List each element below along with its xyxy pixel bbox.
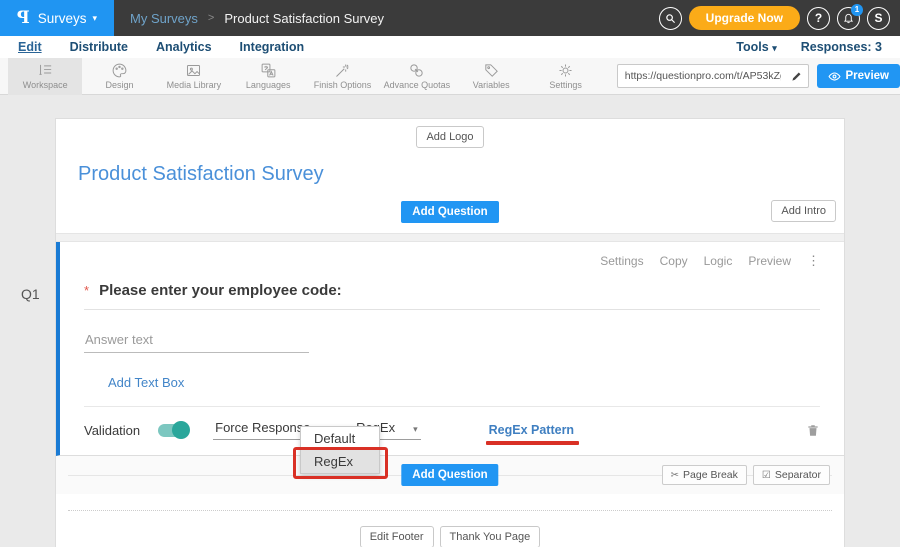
survey-footer-row: Edit Footer Thank You Page <box>56 511 844 547</box>
toolbar-item-variables[interactable]: Variables <box>454 58 528 95</box>
add-intro-button[interactable]: Add Intro <box>771 200 836 222</box>
media-image-icon <box>185 62 202 79</box>
design-palette-icon <box>111 62 128 79</box>
page-controls-row: Add Question ✂ Page Break ☑ Separator <box>56 456 844 494</box>
caret-down-icon: ▾ <box>772 43 777 53</box>
search-icon[interactable] <box>659 7 682 30</box>
breadcrumb: My Surveys > Product Satisfaction Survey <box>130 11 384 26</box>
question-number: Q1 <box>21 286 40 302</box>
required-asterisk: * <box>84 283 89 298</box>
caret-down-icon: ▾ <box>93 14 98 23</box>
survey-url-box <box>617 64 809 88</box>
breadcrumb-my-surveys[interactable]: My Surveys <box>130 11 198 26</box>
caret-down-icon: ▾ <box>413 425 418 434</box>
edit-footer-button[interactable]: Edit Footer <box>360 526 434 547</box>
notification-count-badge: 1 <box>851 4 863 16</box>
product-switcher[interactable]: P Surveys ▾ <box>0 0 114 36</box>
more-options-icon[interactable]: ⋮ <box>807 253 820 269</box>
user-avatar[interactable]: S <box>867 7 890 30</box>
eye-icon <box>828 70 841 83</box>
survey-nav: Edit Distribute Analytics Integration To… <box>0 36 900 58</box>
validation-type-dropdown: Default RegEx <box>300 426 380 474</box>
workspace-content: Add Logo Product Satisfaction Survey Add… <box>0 95 900 547</box>
toolbar-item-media-library[interactable]: Media Library <box>157 58 231 95</box>
dropdown-option-regex[interactable]: RegEx <box>301 450 379 473</box>
survey-card: Add Logo Product Satisfaction Survey Add… <box>55 118 845 547</box>
survey-url-input[interactable] <box>618 70 785 82</box>
delete-question-trash-icon[interactable] <box>806 423 820 438</box>
preview-button[interactable]: Preview <box>817 64 900 88</box>
toolbar-item-design[interactable]: Design <box>82 58 156 95</box>
add-question-button-bottom[interactable]: Add Question <box>401 464 498 486</box>
add-logo-button[interactable]: Add Logo <box>416 126 483 148</box>
question-logic-link[interactable]: Logic <box>704 254 733 268</box>
edit-url-pencil-icon[interactable] <box>785 71 808 82</box>
surveys-menu-label: Surveys <box>38 11 87 26</box>
validation-row: Validation Force Response ▾ RegEx ▾ RegE… <box>84 407 820 455</box>
help-icon[interactable]: ? <box>807 7 830 30</box>
tab-analytics[interactable]: Analytics <box>156 40 212 54</box>
survey-title[interactable]: Product Satisfaction Survey <box>78 163 844 186</box>
toolbar-item-languages[interactable]: Languages <box>231 58 305 95</box>
survey-header-section: Add Logo Product Satisfaction Survey Add… <box>56 119 844 233</box>
tools-menu[interactable]: Tools ▾ <box>736 40 776 54</box>
toolbar-item-advance-quotas[interactable]: Advance Quotas <box>380 58 454 95</box>
validation-toggle[interactable] <box>158 424 188 437</box>
languages-icon <box>260 62 277 79</box>
question-copy-link[interactable]: Copy <box>660 254 688 268</box>
separator-icon: ☑ <box>762 470 771 481</box>
toolbar-item-workspace[interactable]: Workspace <box>8 58 82 95</box>
workspace-icon <box>37 62 54 79</box>
variables-tag-icon <box>483 62 500 79</box>
nav-tabs: Edit Distribute Analytics Integration <box>18 40 304 54</box>
upgrade-now-button[interactable]: Upgrade Now <box>689 6 800 30</box>
annotation-red-underline <box>486 441 579 445</box>
breadcrumb-current-survey: Product Satisfaction Survey <box>224 11 384 26</box>
nav-right: Tools ▾ Responses: 3 <box>736 40 882 54</box>
surveys-menu[interactable]: Surveys ▾ <box>38 11 97 26</box>
regex-pattern-link[interactable]: RegEx Pattern <box>489 423 574 437</box>
question-text[interactable]: Please enter your employee code: <box>99 282 342 299</box>
add-text-box-link[interactable]: Add Text Box <box>108 375 184 390</box>
advance-quotas-chain-icon <box>408 62 425 79</box>
question-actions: Settings Copy Logic Preview ⋮ <box>84 252 820 270</box>
editor-toolbar: Workspace Design Media Library Languages… <box>0 58 900 95</box>
top-bar: P Surveys ▾ My Surveys > Product Satisfa… <box>0 0 900 36</box>
question-settings-link[interactable]: Settings <box>600 254 643 268</box>
tab-edit[interactable]: Edit <box>18 40 42 54</box>
questionpro-logo-icon: P <box>17 8 30 28</box>
thank-you-page-button[interactable]: Thank You Page <box>440 526 541 547</box>
page-break-icon: ✂ <box>671 470 679 481</box>
finish-options-wand-icon <box>334 62 351 79</box>
section-divider-strip <box>56 233 844 242</box>
topbar-actions: Upgrade Now ? 1 S <box>659 6 900 30</box>
page-break-button[interactable]: ✂ Page Break <box>662 465 747 485</box>
tab-integration[interactable]: Integration <box>240 40 305 54</box>
question-block: Q1 Settings Copy Logic Preview ⋮ * Pleas… <box>56 242 844 456</box>
dropdown-option-default[interactable]: Default <box>301 427 379 450</box>
question-preview-link[interactable]: Preview <box>748 254 791 268</box>
add-question-button-top[interactable]: Add Question <box>401 201 498 223</box>
breadcrumb-separator: > <box>208 12 214 24</box>
question-text-row: * Please enter your employee code: <box>84 282 820 310</box>
tab-distribute[interactable]: Distribute <box>70 40 128 54</box>
notifications-bell-icon[interactable]: 1 <box>837 7 860 30</box>
separator-button[interactable]: ☑ Separator <box>753 465 830 485</box>
answer-text-input[interactable] <box>84 332 309 353</box>
settings-gear-icon <box>557 62 574 79</box>
validation-label: Validation <box>84 423 140 438</box>
toolbar-item-settings[interactable]: Settings <box>528 58 602 95</box>
responses-link[interactable]: Responses: 3 <box>801 40 882 54</box>
toolbar-item-finish-options[interactable]: Finish Options <box>305 58 379 95</box>
